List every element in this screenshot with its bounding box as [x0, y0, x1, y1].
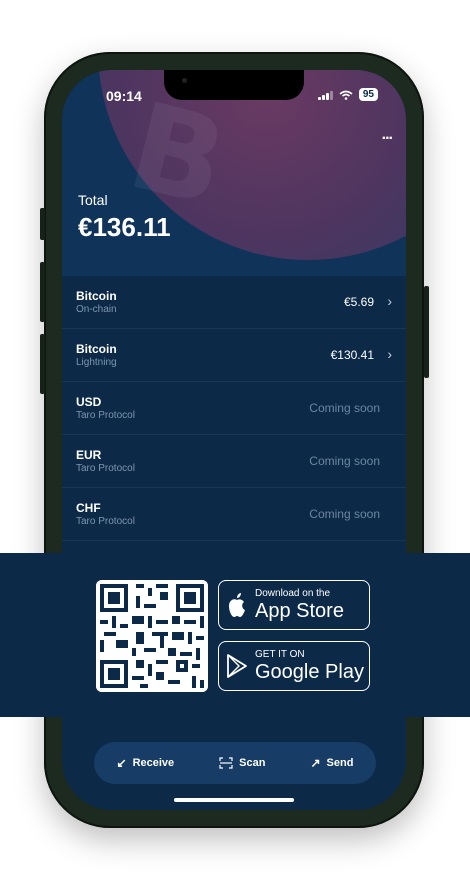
- scan-button[interactable]: Scan: [219, 757, 265, 769]
- power-button: [424, 286, 429, 378]
- send-label: Send: [326, 757, 354, 769]
- chevron-right-icon: ›: [387, 293, 392, 309]
- volume-up-button: [40, 262, 45, 322]
- chevron-right-icon: ›: [387, 346, 392, 362]
- google-play-label: Google Play: [255, 661, 364, 683]
- asset-row-eur: EUR Taro Protocol Coming soon: [62, 435, 406, 488]
- apple-icon: [229, 593, 245, 617]
- asset-status: Coming soon: [309, 454, 380, 468]
- download-banner: [0, 553, 470, 717]
- asset-value: €5.69: [343, 295, 374, 309]
- app-store-top-label: Download on the: [255, 588, 331, 599]
- home-indicator: [174, 798, 294, 802]
- asset-row-bitcoin-lightning[interactable]: Bitcoin Lightning €130.41 ›: [62, 329, 406, 382]
- side-button: [40, 208, 45, 240]
- asset-status: Coming soon: [309, 401, 380, 415]
- battery-indicator: 95: [358, 88, 378, 101]
- asset-sub: Taro Protocol: [76, 463, 135, 474]
- notch: [164, 70, 304, 100]
- asset-name: CHF: [76, 501, 101, 515]
- volume-down-button: [40, 334, 45, 394]
- asset-row-bitcoin-onchain[interactable]: Bitcoin On-chain €5.69 ›: [62, 276, 406, 329]
- total-value: €136.11: [78, 212, 171, 242]
- receive-label: Receive: [132, 757, 175, 769]
- asset-sub: Lightning: [76, 357, 117, 368]
- status-icons: 95: [317, 88, 378, 101]
- asset-name: Bitcoin: [76, 289, 117, 303]
- action-bar: ↙ Receive Scan ↗ Send: [94, 742, 376, 784]
- scan-icon: [219, 757, 233, 769]
- camera-dot: [182, 78, 187, 83]
- asset-name: USD: [76, 395, 102, 409]
- asset-name: EUR: [76, 448, 102, 462]
- app-store-badge[interactable]: Download on the App Store: [218, 580, 370, 630]
- scan-label: Scan: [239, 757, 266, 769]
- asset-value: €130.41: [330, 348, 374, 362]
- arrow-down-left-icon: ↙: [116, 756, 127, 770]
- app-store-label: App Store: [255, 600, 344, 622]
- asset-row-chf: CHF Taro Protocol Coming soon: [62, 488, 406, 541]
- qr-code: [96, 580, 208, 692]
- receive-button[interactable]: ↙ Receive: [117, 756, 175, 770]
- asset-sub: Taro Protocol: [76, 410, 135, 421]
- asset-sub: On-chain: [76, 304, 117, 315]
- google-play-badge[interactable]: GET IT ON Google Play: [218, 641, 370, 691]
- asset-row-usd: USD Taro Protocol Coming soon: [62, 382, 406, 435]
- status-time: 09:14: [106, 88, 142, 104]
- arrow-up-right-icon: ↗: [310, 756, 321, 770]
- google-play-icon: [227, 654, 247, 678]
- asset-sub: Taro Protocol: [76, 516, 135, 527]
- asset-list: Bitcoin On-chain €5.69 › Bitcoin Lightni…: [62, 276, 406, 541]
- send-button[interactable]: ↗ Send: [310, 756, 353, 770]
- asset-status: Coming soon: [309, 507, 380, 521]
- signal-icon: [317, 90, 333, 100]
- google-play-top-label: GET IT ON: [255, 649, 305, 660]
- total-label: Total: [78, 192, 108, 208]
- more-options-icon[interactable]: ...: [382, 126, 393, 144]
- asset-name: Bitcoin: [76, 342, 117, 356]
- wifi-icon: [339, 90, 353, 100]
